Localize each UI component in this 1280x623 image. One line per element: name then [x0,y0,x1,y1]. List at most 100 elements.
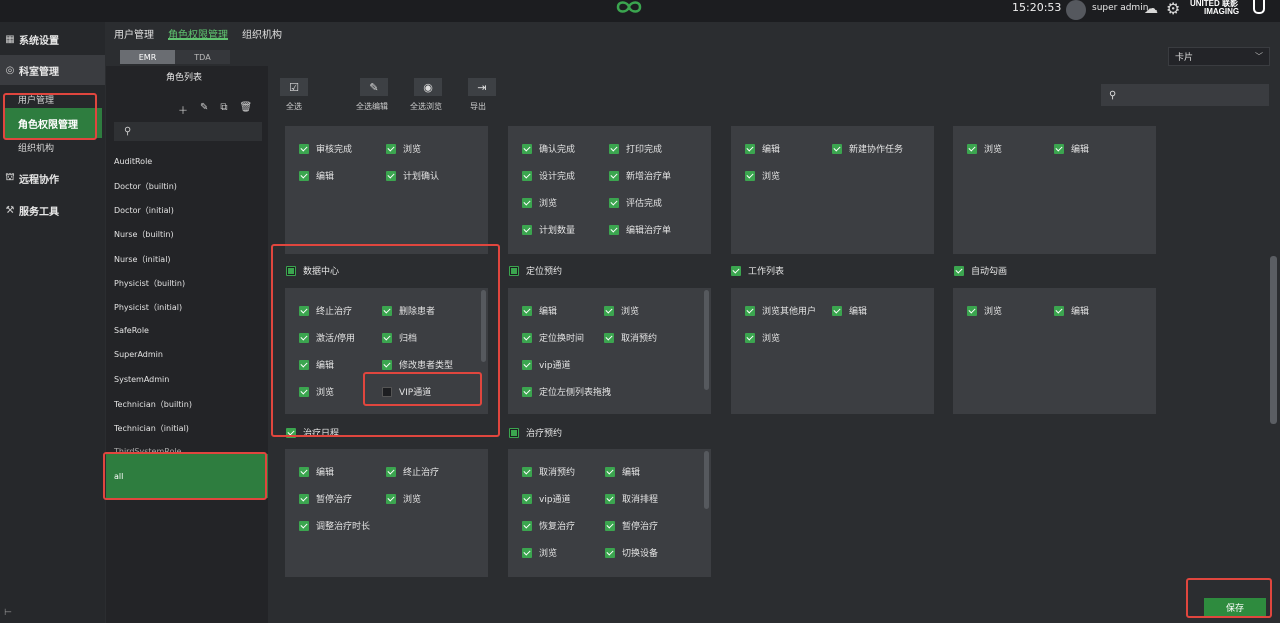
role-item[interactable]: Physicist（initial) [114,302,182,313]
perm-item[interactable]: 浏览 [386,142,421,155]
section-treatment-appointment[interactable]: 治疗预约 [509,426,562,439]
checkbox[interactable] [509,265,519,276]
permission-search-input[interactable]: ⚲ [1101,84,1269,106]
role-item[interactable]: SuperAdmin [114,350,163,359]
checkbox[interactable] [522,224,532,235]
checkbox[interactable] [967,143,977,154]
perm-item[interactable]: vip通道 [522,358,571,371]
nav-department[interactable]: ◎ 科室管理 [0,55,105,85]
cloud-icon[interactable]: ☁ [1144,1,1158,17]
role-item[interactable]: Doctor（initial) [114,205,174,216]
checkbox[interactable] [522,547,532,558]
tab-user-management[interactable]: 用户管理 [114,26,154,41]
checkbox[interactable] [609,224,619,235]
checkbox[interactable] [609,197,619,208]
role-search-input[interactable]: ⚲ [114,122,262,141]
checkbox[interactable] [386,466,396,477]
perm-item[interactable]: 浏览 [386,492,421,505]
perm-item[interactable]: 终止治疗 [386,465,439,478]
edit-icon[interactable]: ✎ [200,102,208,117]
segment-tda[interactable]: TDA [175,50,230,64]
role-item[interactable]: Nurse（builtin) [114,229,174,240]
perm-item[interactable]: 浏览 [522,546,557,559]
checkbox[interactable] [605,547,615,558]
checkbox[interactable] [522,466,532,477]
perm-item[interactable]: 编辑 [745,142,780,155]
role-item[interactable]: Nurse（initial) [114,254,171,265]
section-worklist[interactable]: 工作列表 [731,264,784,277]
perm-item[interactable]: 浏览 [967,142,1002,155]
copy-icon[interactable]: ⧉ [220,102,227,117]
user-name[interactable]: super admin [1092,3,1148,13]
add-icon[interactable]: ＋ [178,102,188,117]
checkbox[interactable] [1054,305,1064,316]
perm-item[interactable]: 确认完成 [522,142,575,155]
role-item[interactable]: Technician（initial) [114,423,189,434]
role-item[interactable]: SafeRole [114,326,149,335]
perm-item[interactable]: 浏览 [745,331,780,344]
checkbox[interactable] [745,305,755,316]
perm-item[interactable]: 定位左侧列表拖拽 [522,385,611,398]
perm-item[interactable]: 浏览 [967,304,1002,317]
perm-item[interactable]: 取消排程 [605,492,658,505]
checkbox[interactable] [605,466,615,477]
checkbox[interactable] [609,143,619,154]
perm-item[interactable]: 恢复治疗 [522,519,575,532]
nav-sub-organization[interactable]: 组织机构 [18,141,54,154]
export-button[interactable]: ⇥ 导出 [442,78,496,112]
select-all-edit-button[interactable]: ✎ 全选编辑 [334,78,388,112]
checkbox[interactable] [386,170,396,181]
perm-item[interactable]: 新增治疗单 [609,169,671,182]
section-auto-contour[interactable]: 自动勾画 [954,264,1007,277]
perm-item[interactable]: 计划数量 [522,223,575,236]
nav-service-tools[interactable]: ⚒ 服务工具 [0,195,105,225]
checkbox[interactable] [604,332,614,343]
perm-item[interactable]: 暂停治疗 [299,492,352,505]
checkbox[interactable] [745,143,755,154]
checkbox[interactable] [522,143,532,154]
role-item[interactable]: Physicist（builtin) [114,278,185,289]
checkbox[interactable] [299,520,309,531]
checkbox[interactable] [522,493,532,504]
role-item[interactable]: SystemAdmin [114,375,169,384]
avatar[interactable] [1066,0,1086,20]
role-item[interactable]: AuditRole [114,157,152,166]
checkbox[interactable] [299,493,309,504]
checkbox[interactable] [745,332,755,343]
tab-organization[interactable]: 组织机构 [242,26,282,41]
checkbox[interactable] [522,520,532,531]
perm-item[interactable]: 新建协作任务 [832,142,903,155]
checkbox[interactable] [522,170,532,181]
perm-item[interactable]: 定位换时间 [522,331,584,344]
checkbox[interactable] [745,170,755,181]
checkbox[interactable] [731,265,741,276]
tab-role-permission[interactable]: 角色权限管理 [168,26,228,41]
checkbox[interactable] [522,359,532,370]
checkbox[interactable] [299,466,309,477]
checkbox[interactable] [1054,143,1064,154]
perm-item[interactable]: 编辑 [832,304,867,317]
perm-item[interactable]: 编辑 [522,304,557,317]
checkbox[interactable] [522,332,532,343]
checkbox[interactable] [299,170,309,181]
scrollbar[interactable] [704,451,709,509]
select-all-button[interactable]: ☑ 全选 [280,78,334,112]
role-item[interactable]: Technician（builtin) [114,399,192,410]
perm-item[interactable]: 编辑 [1054,142,1089,155]
perm-item[interactable]: 编辑 [299,465,334,478]
select-all-view-button[interactable]: ◉ 全选浏览 [388,78,442,112]
perm-item[interactable]: 暂停治疗 [605,519,658,532]
perm-item[interactable]: 浏览 [745,169,780,182]
checkbox[interactable] [522,386,532,397]
section-positioning[interactable]: 定位预约 [509,264,562,277]
checkbox[interactable] [522,305,532,316]
perm-item[interactable]: 编辑 [605,465,640,478]
perm-item[interactable]: 计划确认 [386,169,439,182]
checkbox[interactable] [609,170,619,181]
collapse-icon[interactable]: ⊢ [4,608,12,618]
nav-system-settings[interactable]: ▦ 系统设置 [0,24,105,54]
scrollbar[interactable] [704,290,709,390]
perm-item[interactable]: 浏览 [604,304,639,317]
nav-remote[interactable]: ⛫ 远程协作 [0,163,105,193]
perm-item[interactable]: 浏览 [522,196,557,209]
